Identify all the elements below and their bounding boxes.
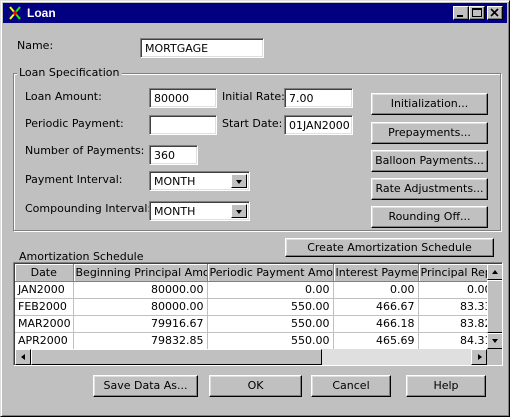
- table-row[interactable]: MAR2000 79916.67 550.00 466.18 83.82: [15, 315, 487, 333]
- scroll-left-button[interactable]: [15, 349, 31, 365]
- arrow-down-icon: [492, 339, 498, 343]
- number-of-payments-label: Number of Payments:: [25, 144, 145, 157]
- rounding-off-button[interactable]: Rounding Off...: [371, 206, 488, 228]
- cell-periodic-payment: 550.00: [207, 315, 334, 333]
- vertical-scrollbar[interactable]: [487, 264, 502, 349]
- cell-principal-repayment: 0.00: [418, 281, 487, 299]
- cell-interest-payment: 466.18: [333, 315, 419, 333]
- column-header-beginning-principal[interactable]: Beginning Principal Amount: [73, 264, 208, 282]
- initialization-button[interactable]: Initialization...: [371, 93, 488, 115]
- chevron-down-icon: [236, 180, 242, 184]
- cell-date: JAN2000: [15, 281, 74, 299]
- save-data-as-button[interactable]: Save Data As...: [93, 375, 198, 397]
- horizontal-scroll-thumb[interactable]: [31, 349, 322, 365]
- payment-interval-dropdown-button[interactable]: [231, 174, 247, 188]
- cancel-button[interactable]: Cancel: [311, 375, 391, 397]
- compounding-interval-value: MONTH: [154, 205, 196, 218]
- schedule-grid: Date Beginning Principal Amount Periodic…: [15, 264, 487, 349]
- compounding-interval-dropdown-button[interactable]: [231, 204, 247, 218]
- initial-rate-label: Initial Rate:: [222, 90, 285, 103]
- loan-window: Loan Name: MORTGAGE Loan Specification L…: [0, 0, 510, 417]
- maximize-button[interactable]: [469, 6, 485, 20]
- cell-principal-repayment: 83.33: [418, 298, 487, 316]
- loan-amount-field[interactable]: 80000: [149, 88, 217, 108]
- loan-amount-label: Loan Amount:: [25, 90, 102, 103]
- chevron-down-icon: [236, 210, 242, 214]
- scrollbar-corner: [487, 349, 502, 365]
- arrow-right-icon: [478, 354, 482, 360]
- ok-button[interactable]: OK: [209, 375, 302, 397]
- cell-principal-repayment: 84.31: [418, 332, 487, 349]
- prepayments-button[interactable]: Prepayments...: [371, 122, 488, 144]
- column-header-principal-repayment[interactable]: Principal Rep: [418, 264, 487, 282]
- column-header-interest-payment[interactable]: Interest Payment: [333, 264, 419, 282]
- cell-beginning-principal: 80000.00: [73, 281, 208, 299]
- cell-principal-repayment: 83.82: [418, 315, 487, 333]
- balloon-payments-button[interactable]: Balloon Payments...: [371, 150, 488, 172]
- table-row[interactable]: JAN2000 80000.00 0.00 0.00 0.00: [15, 281, 487, 299]
- minimize-button[interactable]: [453, 6, 469, 20]
- cell-beginning-principal: 80000.00: [73, 298, 208, 316]
- vertical-scroll-thumb[interactable]: [487, 280, 502, 333]
- loan-app-icon: [9, 6, 21, 20]
- table-row[interactable]: FEB2000 80000.00 550.00 466.67 83.33: [15, 298, 487, 316]
- start-date-field[interactable]: 01JAN2000: [284, 115, 353, 135]
- cell-date: FEB2000: [15, 298, 74, 316]
- periodic-payment-label: Periodic Payment:: [25, 117, 124, 130]
- window-title: Loan: [27, 6, 56, 20]
- title-bar[interactable]: Loan: [3, 3, 507, 23]
- payment-interval-label: Payment Interval:: [25, 173, 123, 186]
- cell-interest-payment: 466.67: [333, 298, 419, 316]
- cell-periodic-payment: 0.00: [207, 281, 334, 299]
- arrow-up-icon: [492, 270, 498, 274]
- compounding-interval-label: Compounding Interval:: [25, 202, 152, 215]
- number-of-payments-field[interactable]: 360: [149, 145, 198, 165]
- name-label: Name:: [17, 39, 54, 52]
- maximize-icon: [472, 8, 482, 17]
- close-icon: [490, 8, 499, 17]
- cell-beginning-principal: 79832.85: [73, 332, 208, 349]
- minimize-icon: [457, 15, 463, 17]
- scroll-down-button[interactable]: [487, 333, 502, 349]
- name-field[interactable]: MORTGAGE: [140, 38, 264, 58]
- cell-date: MAR2000: [15, 315, 74, 333]
- scroll-right-button[interactable]: [471, 349, 487, 365]
- horizontal-scrollbar[interactable]: [15, 349, 487, 365]
- column-header-date[interactable]: Date: [15, 264, 74, 282]
- cell-periodic-payment: 550.00: [207, 332, 334, 349]
- cell-beginning-principal: 79916.67: [73, 315, 208, 333]
- scroll-up-button[interactable]: [487, 264, 502, 280]
- arrow-left-icon: [21, 354, 25, 360]
- cell-periodic-payment: 550.00: [207, 298, 334, 316]
- rate-adjustments-button[interactable]: Rate Adjustments...: [371, 178, 488, 200]
- cell-interest-payment: 465.69: [333, 332, 419, 349]
- periodic-payment-field[interactable]: [149, 115, 217, 135]
- close-button[interactable]: [487, 6, 503, 20]
- start-date-label: Start Date:: [222, 117, 283, 130]
- loan-specification-title: Loan Specification: [17, 66, 122, 79]
- table-row[interactable]: APR2000 79832.85 550.00 465.69 84.31: [15, 332, 487, 349]
- payment-interval-select[interactable]: MONTH: [149, 171, 250, 191]
- create-amortization-schedule-button[interactable]: Create Amortization Schedule: [285, 238, 494, 257]
- cell-date: APR2000: [15, 332, 74, 349]
- help-button[interactable]: Help: [406, 375, 486, 397]
- column-header-periodic-payment[interactable]: Periodic Payment Amount: [207, 264, 334, 282]
- compounding-interval-select[interactable]: MONTH: [149, 201, 250, 221]
- table-header-row: Date Beginning Principal Amount Periodic…: [15, 264, 487, 282]
- initial-rate-field[interactable]: 7.00: [284, 88, 353, 108]
- payment-interval-value: MONTH: [154, 175, 196, 188]
- amortization-schedule-table[interactable]: Date Beginning Principal Amount Periodic…: [13, 262, 503, 366]
- cell-interest-payment: 0.00: [333, 281, 419, 299]
- table-viewport: Date Beginning Principal Amount Periodic…: [15, 264, 487, 349]
